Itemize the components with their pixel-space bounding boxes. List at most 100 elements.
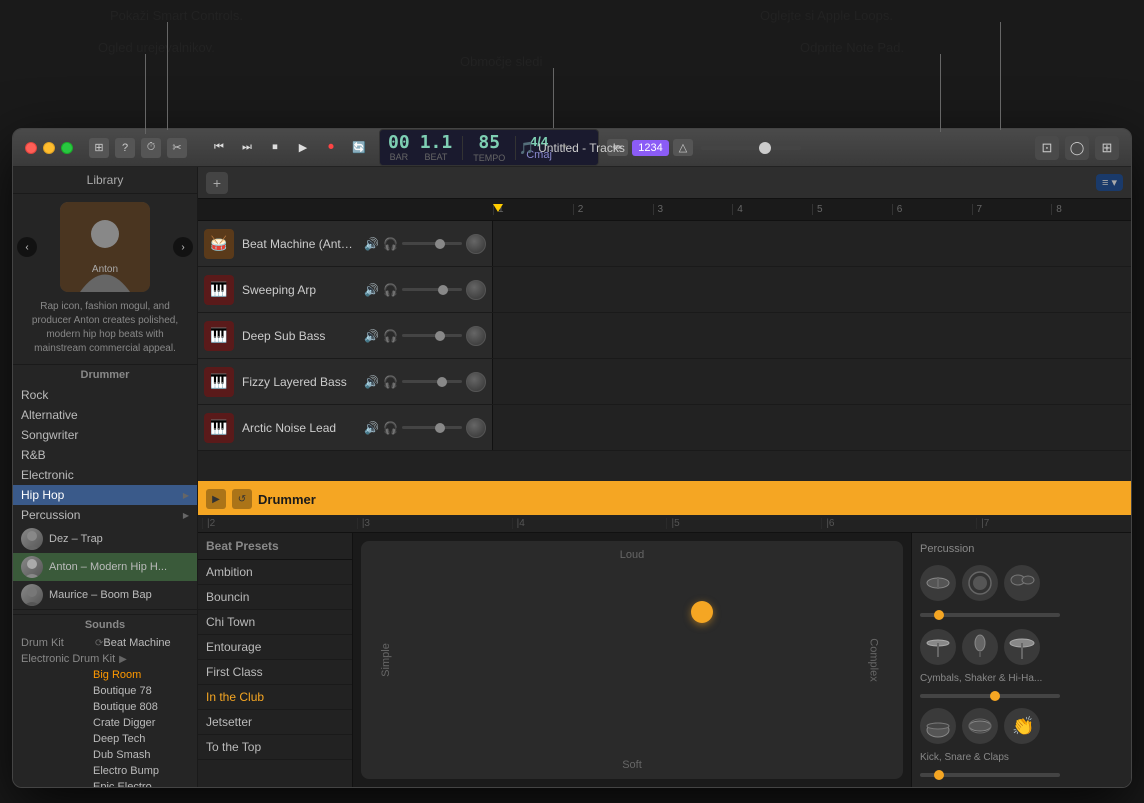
master-volume-slider[interactable] [701,146,801,150]
pad-position-dot[interactable] [691,601,713,623]
category-hiphop[interactable]: Hip Hop [13,485,197,505]
mute-icon[interactable]: 🔊 [364,237,379,251]
kit-epic-electro[interactable]: Epic Electro [13,779,197,787]
apple-loops-btn[interactable]: ⊞ [1095,136,1119,160]
bp-bouncin[interactable]: Bouncin [198,585,352,610]
minimize-button[interactable] [43,142,55,154]
volume-thumb-arctic[interactable] [435,423,445,433]
master-volume-thumb[interactable] [759,142,771,154]
kit-boutique-808[interactable]: Boutique 808 [13,699,197,715]
volume-slider-fizzy[interactable] [402,380,462,383]
perc-slider-3[interactable] [920,773,1060,777]
track-view-button[interactable]: ≡ ▾ [1096,174,1123,191]
mute-icon-arctic[interactable]: 🔊 [364,421,379,435]
drum-shaker-icon[interactable] [962,629,998,665]
bp-entourage[interactable]: Entourage [198,635,352,660]
headphones-icon-arp[interactable]: 🎧 [383,283,398,297]
kit-crate-digger[interactable]: Crate Digger [13,715,197,731]
bp-chi-town[interactable]: Chi Town [198,610,352,635]
stop-button[interactable]: ⏹ [263,137,287,159]
mute-icon-arp[interactable]: 🔊 [364,283,379,297]
bp-to-the-top[interactable]: To the Top [198,735,352,760]
pad-complexity-area[interactable]: Loud Soft Simple Complex [361,541,903,779]
vol-knob-drummer[interactable] [466,234,486,254]
kit-deep-tech[interactable]: Deep Tech [13,731,197,747]
drummer-avatar-anton [21,556,43,578]
track-header-drummer: 🥁 Beat Machine (Anton) 🔊 🎧 [198,221,493,266]
maximize-button[interactable] [61,142,73,154]
volume-thumb-fizzy[interactable] [437,377,447,387]
perc-slider-2[interactable] [920,694,1060,698]
drum-kit-row[interactable]: Drum Kit ⟳ Beat Machine [13,635,197,651]
category-rock[interactable]: Rock [13,385,197,405]
perc-slider-2-thumb[interactable] [990,691,1000,701]
category-electronic[interactable]: Electronic [13,465,197,485]
headphones-icon[interactable]: 🎧 [383,237,398,251]
fast-forward-button[interactable]: ⏭ [235,137,259,159]
mute-icon-bass[interactable]: 🔊 [364,329,379,343]
note-pad-btn[interactable]: ◯ [1065,136,1089,160]
headphones-icon-fizzy[interactable]: 🎧 [383,375,398,389]
score-mode-btn[interactable]: △ [673,139,693,156]
volume-slider-arp[interactable] [402,288,462,291]
vol-knob-fizzy[interactable] [466,372,486,392]
scissors-icon[interactable]: ✂ [167,138,187,158]
metronome-icon[interactable]: ⏱ [141,138,161,158]
drum-ride-icon[interactable] [1004,629,1040,665]
perc-slider-1-thumb[interactable] [934,610,944,620]
vol-knob-arctic[interactable] [466,418,486,438]
drummer-item-dez[interactable]: Dez – Trap [13,525,197,553]
category-songwriter[interactable]: Songwriter [13,425,197,445]
drum-hihat-icon[interactable] [920,565,956,601]
volume-thumb-bass[interactable] [435,331,445,341]
bp-in-the-club[interactable]: In the Club [198,685,352,710]
perc-slider-3-thumb[interactable] [934,770,944,780]
cycle-button[interactable]: 🔄 [347,137,371,159]
record-button[interactable]: ⏺ [319,137,343,159]
drummer-item-anton[interactable]: Anton – Modern Hip H... [13,553,197,581]
drummer-item-maurice[interactable]: Maurice – Boom Bap [13,581,197,609]
drum-kit-cycle[interactable]: ⟳ [95,638,103,649]
bp-ambition[interactable]: Ambition [198,560,352,585]
drum-tom-icon[interactable] [1004,565,1040,601]
artist-prev-btn[interactable]: ‹ [17,237,37,257]
category-percussion[interactable]: Percussion [13,505,197,525]
vol-knob-bass[interactable] [466,326,486,346]
bp-first-class[interactable]: First Class [198,660,352,685]
headphones-icon-bass[interactable]: 🎧 [383,329,398,343]
volume-slider-drummer[interactable] [402,242,462,245]
drum-claps-icon[interactable]: 👏 [1004,708,1040,744]
de-play-btn[interactable]: ▶ [206,489,226,509]
rewind-button[interactable]: ⏮ [207,137,231,159]
vol-knob-arp[interactable] [466,280,486,300]
kit-big-room[interactable]: Big Room [13,667,197,683]
library-icon[interactable]: ⊞ [89,138,109,158]
kit-boutique-78[interactable]: Boutique 78 [13,683,197,699]
kit-electro-bump[interactable]: Electro Bump [13,763,197,779]
drum-kick-icon[interactable] [920,708,956,744]
midi-mode-btn[interactable]: 1234 [632,140,668,156]
category-alternative[interactable]: Alternative [13,405,197,425]
electronic-drum-kit-row[interactable]: Electronic Drum Kit ▶ [13,651,197,667]
headphones-icon-arctic[interactable]: 🎧 [383,421,398,435]
kit-dub-smash[interactable]: Dub Smash [13,747,197,763]
close-button[interactable] [25,142,37,154]
bp-jetsetter[interactable]: Jetsetter [198,710,352,735]
perc-slider-1[interactable] [920,613,1060,617]
drum-snare-icon[interactable] [962,565,998,601]
add-track-button[interactable]: + [206,172,228,194]
play-button[interactable]: ▶ [291,137,315,159]
smart-controls-btn[interactable]: ⊡ [1035,136,1059,160]
volume-slider-arctic[interactable] [402,426,462,429]
track-icon-arctic: 🎹 [204,413,234,443]
mute-icon-fizzy[interactable]: 🔊 [364,375,379,389]
help-icon[interactable]: ? [115,138,135,158]
artist-next-btn[interactable]: › [173,237,193,257]
volume-thumb-arp[interactable] [438,285,448,295]
drum-snare2-icon[interactable] [962,708,998,744]
de-loop-btn[interactable]: ↺ [232,489,252,509]
category-rb[interactable]: R&B [13,445,197,465]
volume-thumb-drummer[interactable] [435,239,445,249]
drum-crash-icon[interactable] [920,629,956,665]
volume-slider-bass[interactable] [402,334,462,337]
